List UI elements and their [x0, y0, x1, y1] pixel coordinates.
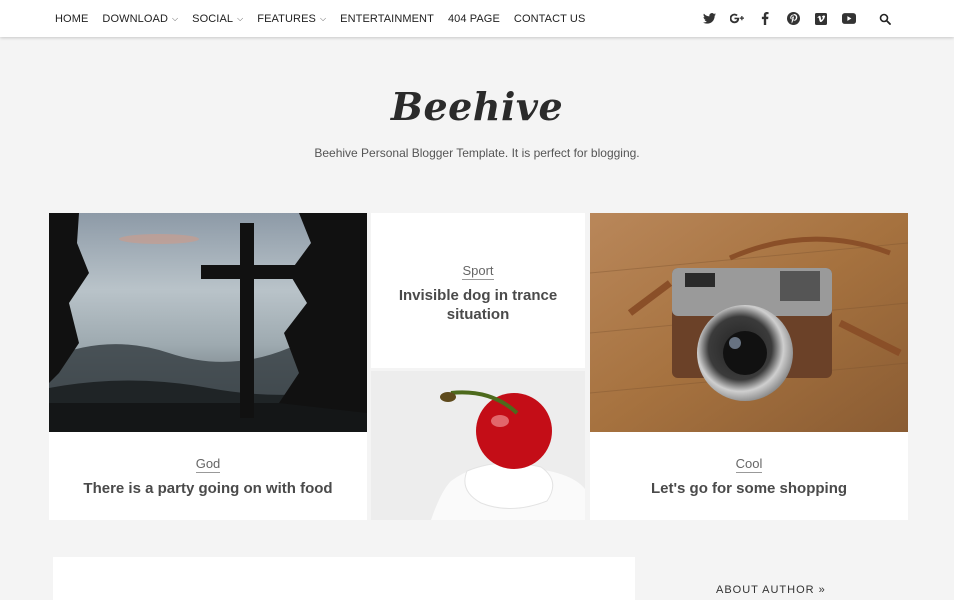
nav-item-entertainment[interactable]: ENTERTAINMENT: [340, 13, 434, 25]
site-tagline: Beehive Personal Blogger Template. It is…: [314, 146, 640, 160]
post-card-sport: Sport Invisible dog in trance situation: [371, 213, 585, 368]
post-category: Sport: [371, 263, 585, 280]
post-category: Cool: [590, 456, 908, 473]
post-card-god: God There is a party going on with food: [49, 213, 367, 520]
about-author-heading: ABOUT AUTHOR »: [716, 584, 826, 596]
post-image-cross-landscape[interactable]: [49, 213, 367, 432]
post-title[interactable]: Let's go for some shopping: [590, 479, 908, 498]
post-title[interactable]: There is a party going on with food: [49, 479, 367, 498]
main-content-box: [53, 557, 635, 600]
category-link[interactable]: God: [195, 456, 221, 473]
nav-item-label: HOME: [55, 12, 89, 25]
nav-item-label: SOCIAL: [192, 12, 234, 25]
post-card-cool: Cool Let's go for some shopping: [590, 213, 908, 520]
nav-item-home[interactable]: HOME: [55, 13, 88, 25]
vimeo-icon[interactable]: [812, 10, 830, 28]
twitter-icon[interactable]: [700, 10, 718, 28]
nav-item-contact-us[interactable]: CONTACT US: [514, 13, 586, 25]
search-icon[interactable]: [876, 10, 894, 28]
post-image-camera[interactable]: [590, 213, 908, 432]
pinterest-icon[interactable]: [784, 10, 802, 28]
post-title[interactable]: Invisible dog in trance situation: [371, 286, 585, 324]
nav-item-label: DOWNLOAD: [102, 12, 168, 25]
nav-item-404-page[interactable]: 404 PAGE: [448, 13, 500, 25]
post-card-cherry: [371, 371, 585, 520]
nav-item-label: CONTACT US: [513, 12, 586, 25]
post-image-cherry[interactable]: [371, 371, 585, 520]
main-menu: HOME DOWNLOAD ⌵ SOCIAL ⌵ FEATURES ⌵ ENTERTA…: [55, 0, 599, 37]
nav-item-features[interactable]: FEATURES ⌵: [257, 13, 326, 25]
chevron-down-icon: ⌵: [172, 13, 179, 23]
category-link[interactable]: Cool: [735, 456, 763, 473]
top-navbar: HOME DOWNLOAD ⌵ SOCIAL ⌵ FEATURES ⌵ ENTERTA…: [0, 0, 954, 37]
chevron-down-icon: ⌵: [237, 13, 244, 23]
nav-item-label: FEATURES: [257, 12, 316, 25]
nav-item-label: 404 PAGE: [447, 12, 500, 25]
google-plus-icon[interactable]: [728, 10, 746, 28]
nav-item-social[interactable]: SOCIAL ⌵: [192, 13, 243, 25]
category-link[interactable]: Sport: [462, 263, 494, 280]
nav-item-download[interactable]: DOWNLOAD ⌵: [102, 13, 178, 25]
youtube-icon[interactable]: [840, 10, 858, 28]
nav-item-label: ENTERTAINMENT: [340, 12, 434, 25]
post-category: God: [49, 456, 367, 473]
facebook-icon[interactable]: [756, 10, 774, 28]
site-logo-title[interactable]: Beehive: [0, 84, 954, 129]
social-icons: [690, 0, 894, 37]
chevron-down-icon: ⌵: [319, 13, 327, 23]
